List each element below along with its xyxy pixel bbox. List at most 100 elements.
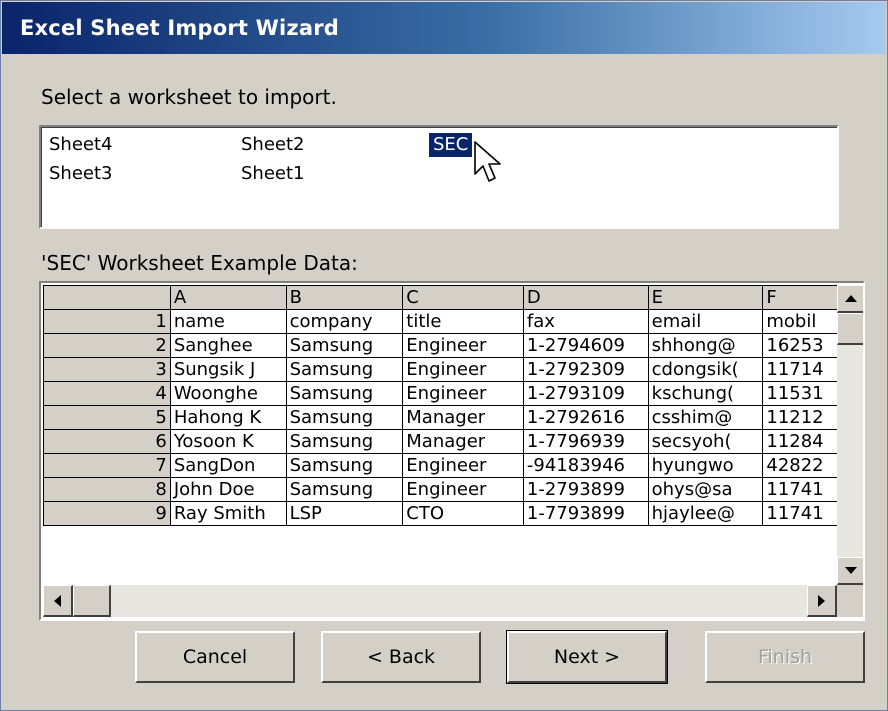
next-button[interactable]: Next > (506, 630, 668, 684)
table-cell[interactable]: CTO (402, 501, 524, 526)
arrow-down-icon (844, 567, 857, 574)
table-cell[interactable]: Samsung (285, 357, 404, 382)
table-cell[interactable]: 1-2793109 (522, 381, 649, 406)
table-cell[interactable]: secsyoh( (647, 429, 764, 454)
row-header[interactable]: 5 (43, 405, 171, 430)
table-cell[interactable]: csshim@ (647, 405, 764, 430)
example-data-label: 'SEC' Worksheet Example Data: (41, 251, 358, 275)
table-cell[interactable]: Engineer (402, 381, 524, 406)
row-header[interactable]: 8 (43, 477, 171, 502)
sheet-item-selected[interactable]: SEC (427, 132, 474, 158)
table-cell[interactable]: Samsung (285, 405, 404, 430)
table-cell[interactable]: Hahong K (169, 405, 287, 430)
scroll-left-button[interactable] (43, 585, 73, 617)
table-cell[interactable]: Engineer (402, 453, 524, 478)
corner-header-cell (43, 285, 171, 310)
table-cell[interactable]: hyungwo (647, 453, 764, 478)
table-row: 4 Woonghe Samsung Engineer 1-2793109 ksc… (43, 381, 863, 406)
column-header-row: A B C D E F (43, 285, 863, 310)
table-cell[interactable]: 1-2793899 (522, 477, 649, 502)
table-cell[interactable]: Engineer (402, 357, 524, 382)
select-worksheet-prompt: Select a worksheet to import. (41, 85, 337, 109)
vertical-scroll-thumb[interactable] (837, 313, 863, 345)
table-cell[interactable]: 1-7793899 (522, 501, 649, 526)
row-header[interactable]: 3 (43, 357, 171, 382)
table-row: 2 Sanghee Samsung Engineer 1-2794609 shh… (43, 333, 863, 358)
sheet-item[interactable]: Sheet3 (45, 162, 117, 186)
row-header[interactable]: 4 (43, 381, 171, 406)
table-row: 7 SangDon Samsung Engineer -94183946 hyu… (43, 453, 863, 478)
table-row: 5 Hahong K Samsung Manager 1-2792616 css… (43, 405, 863, 430)
mouse-pointer-icon (474, 141, 501, 182)
title-bar[interactable]: Excel Sheet Import Wizard (2, 2, 886, 54)
table-cell[interactable]: Samsung (285, 381, 404, 406)
table-cell[interactable]: Engineer (402, 333, 524, 358)
table-row: 9 Ray Smith LSP CTO 1-7793899 hjaylee@ 1… (43, 501, 863, 526)
horizontal-scroll-thumb[interactable] (73, 585, 111, 617)
table-cell[interactable]: Samsung (285, 477, 404, 502)
column-header[interactable]: C (402, 285, 524, 310)
table-cell[interactable]: Sanghee (169, 333, 287, 358)
table-cell[interactable]: shhong@ (647, 333, 764, 358)
window-title: Excel Sheet Import Wizard (20, 16, 340, 40)
table-cell[interactable]: SangDon (169, 453, 287, 478)
table-cell[interactable]: 1-2794609 (522, 333, 649, 358)
example-data-grid[interactable]: A B C D E F 1 name company title fax ema… (39, 281, 865, 621)
cancel-button[interactable]: Cancel (135, 631, 295, 683)
row-header[interactable]: 2 (43, 333, 171, 358)
vertical-scrollbar[interactable] (837, 285, 863, 585)
table-cell[interactable]: 1-2792616 (522, 405, 649, 430)
arrow-up-icon (844, 295, 857, 302)
table-cell[interactable]: 1-7796939 (522, 429, 649, 454)
table-cell[interactable]: cdongsik( (647, 357, 764, 382)
column-header[interactable]: B (285, 285, 404, 310)
table-row: 1 name company title fax email mobil (43, 309, 863, 334)
sheet-item[interactable]: Sheet2 (237, 133, 309, 157)
sheet-item[interactable]: Sheet4 (45, 133, 117, 157)
row-header[interactable]: 6 (43, 429, 171, 454)
table-row: 6 Yosoon K Samsung Manager 1-7796939 sec… (43, 429, 863, 454)
scroll-up-button[interactable] (837, 285, 863, 313)
table-row: 8 John Doe Samsung Engineer 1-2793899 oh… (43, 477, 863, 502)
table-cell[interactable]: Samsung (285, 453, 404, 478)
column-header[interactable]: A (169, 285, 287, 310)
row-header[interactable]: 1 (43, 309, 171, 334)
wizard-window: Excel Sheet Import Wizard Select a works… (0, 0, 888, 711)
table-cell[interactable]: Ray Smith (169, 501, 287, 526)
table-cell[interactable]: title (402, 309, 524, 334)
table-cell[interactable]: Sungsik J (169, 357, 287, 382)
table-cell[interactable]: LSP (285, 501, 404, 526)
table-cell[interactable]: hjaylee@ (647, 501, 764, 526)
scrollbar-corner (837, 585, 863, 617)
table-cell[interactable]: Samsung (285, 333, 404, 358)
table-cell[interactable]: email (647, 309, 764, 334)
arrow-right-icon (818, 594, 825, 607)
table-cell[interactable]: kschung( (647, 381, 764, 406)
row-header[interactable]: 9 (43, 501, 171, 526)
table-cell[interactable]: Yosoon K (169, 429, 287, 454)
table-cell[interactable]: Engineer (402, 477, 524, 502)
scroll-right-button[interactable] (807, 585, 837, 617)
horizontal-scrollbar[interactable] (43, 585, 837, 617)
table-cell[interactable]: fax (522, 309, 649, 334)
table-cell[interactable]: company (285, 309, 404, 334)
table-cell[interactable]: name (169, 309, 287, 334)
data-table: A B C D E F 1 name company title fax ema… (43, 285, 863, 526)
table-cell[interactable]: Woonghe (169, 381, 287, 406)
table-cell[interactable]: Samsung (285, 429, 404, 454)
scroll-down-button[interactable] (837, 557, 863, 585)
back-button[interactable]: < Back (321, 631, 481, 683)
column-header[interactable]: E (647, 285, 764, 310)
table-cell[interactable]: Manager (402, 429, 524, 454)
worksheet-list[interactable]: Sheet4 Sheet2 SEC Sheet3 Sheet1 (39, 125, 839, 229)
table-cell[interactable]: John Doe (169, 477, 287, 502)
table-cell[interactable]: Manager (402, 405, 524, 430)
table-cell[interactable]: ohys@sa (647, 477, 764, 502)
row-header[interactable]: 7 (43, 453, 171, 478)
table-cell[interactable]: 1-2792309 (522, 357, 649, 382)
sheet-item[interactable]: Sheet1 (237, 162, 309, 186)
table-row: 3 Sungsik J Samsung Engineer 1-2792309 c… (43, 357, 863, 382)
arrow-left-icon (54, 594, 61, 607)
table-cell[interactable]: -94183946 (522, 453, 649, 478)
column-header[interactable]: D (522, 285, 649, 310)
